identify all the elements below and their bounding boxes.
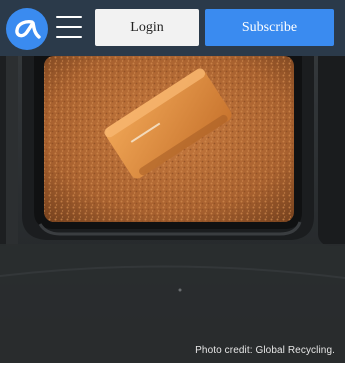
menu-bar [56,36,82,38]
alpha-glyph [15,20,41,39]
page-right-margin [345,0,360,368]
login-button[interactable]: Login [95,9,199,46]
alpha-logo-icon[interactable] [6,8,48,50]
site-header: Login Subscribe [0,0,345,56]
page-bottom-margin [0,363,345,368]
photo-credit: Photo credit: Global Recycling. [195,345,335,356]
hamburger-menu-icon[interactable] [56,14,82,40]
article-photo: Photo credit: Global Recycling. [0,56,345,363]
menu-bar [56,26,82,28]
menu-bar [56,16,82,18]
photo-illustration [0,56,345,363]
subscribe-button[interactable]: Subscribe [205,9,334,46]
